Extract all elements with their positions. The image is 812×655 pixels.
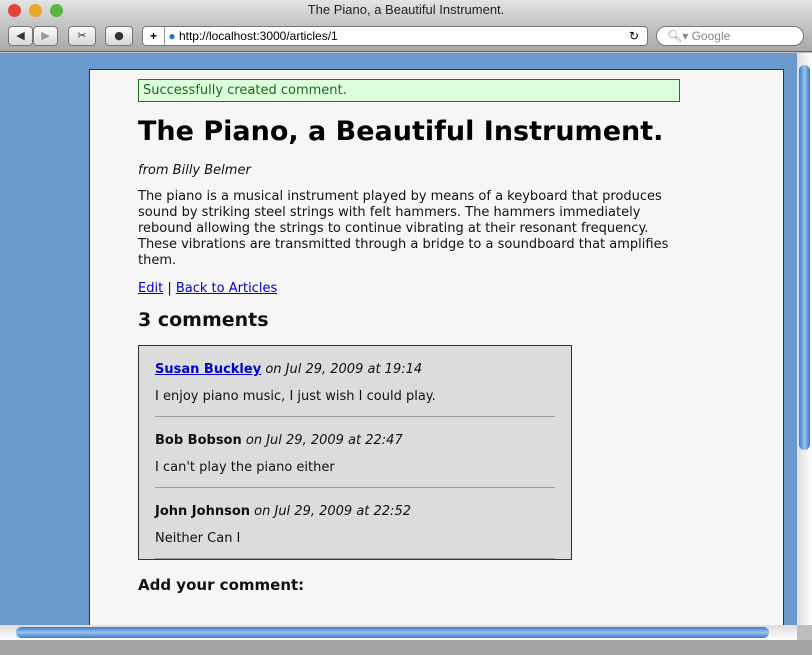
edit-link[interactable]: Edit (138, 281, 163, 296)
url-text: http://localhost:3000/articles/1 (178, 29, 338, 43)
flash-notice: Successfully created comment. (138, 79, 680, 102)
article-container: Successfully created comment. The Piano,… (89, 69, 784, 625)
article-body: The piano is a musical instrument played… (138, 189, 669, 268)
horizontal-scrollbar[interactable] (0, 625, 797, 640)
clip-button[interactable]: ✂ (68, 26, 96, 46)
vertical-scrollbar[interactable] (797, 53, 812, 625)
page-viewport: Successfully created comment. The Piano,… (0, 53, 797, 625)
vertical-scroll-thumb[interactable] (799, 65, 810, 450)
comment: John Johnson on Jul 29, 2009 at 22:52 Ne… (155, 504, 555, 559)
evernote-button[interactable]: ● (105, 26, 133, 46)
search-field[interactable]: 🔍︎▾ Google (656, 26, 804, 46)
title-bar: The Piano, a Beautiful Instrument. (0, 0, 812, 20)
add-bookmark-icon[interactable]: + (143, 27, 165, 45)
article-byline: from Billy Belmer (138, 163, 251, 178)
window-title: The Piano, a Beautiful Instrument. (307, 2, 505, 17)
comment-date: on Jul 29, 2009 at 19:14 (265, 362, 423, 377)
elephant-icon: ● (114, 29, 124, 42)
forward-button[interactable]: ▶ (33, 26, 58, 46)
back-button[interactable]: ◀ (8, 26, 33, 46)
address-bar[interactable]: + ● http://localhost:3000/articles/1 ↻ (142, 26, 648, 46)
globe-icon: ● (168, 29, 176, 43)
comments-heading: 3 comments (138, 309, 269, 331)
back-arrow-icon: ◀ (16, 29, 25, 42)
comment: Susan Buckley on Jul 29, 2009 at 19:14 I… (155, 362, 555, 417)
minimize-window-button[interactable] (29, 4, 42, 17)
back-to-articles-link[interactable]: Back to Articles (176, 281, 277, 296)
comment-text: I enjoy piano music, I just wish I could… (155, 389, 436, 404)
comment-text: Neither Can I (155, 531, 241, 546)
comment-author-link[interactable]: Susan Buckley (155, 362, 261, 377)
scissors-icon: ✂ (77, 29, 87, 42)
comment-author: Bob Bobson (155, 433, 242, 448)
comment-date: on Jul 29, 2009 at 22:52 (254, 504, 411, 519)
status-bar (0, 640, 812, 655)
comment-author: John Johnson (155, 504, 251, 519)
article-title: The Piano, a Beautiful Instrument. (138, 116, 664, 147)
close-window-button[interactable] (8, 4, 21, 17)
comments-list: Susan Buckley on Jul 29, 2009 at 19:14 I… (138, 345, 572, 560)
toolbar: ◀ ▶ ✂ ● + ● http://localhost:3000/articl… (0, 20, 812, 52)
zoom-window-button[interactable] (50, 4, 63, 17)
search-placeholder: Google (691, 29, 731, 43)
link-separator: | (167, 281, 172, 296)
search-icon: 🔍︎▾ (667, 29, 692, 43)
reload-icon[interactable]: ↻ (629, 27, 639, 45)
article-links: Edit | Back to Articles (138, 281, 735, 296)
forward-arrow-icon: ▶ (41, 29, 50, 42)
comment-date: on Jul 29, 2009 at 22:47 (245, 433, 403, 448)
comment-text: I can't play the piano either (155, 460, 335, 475)
horizontal-scroll-thumb[interactable] (16, 627, 769, 638)
add-comment-heading: Add your comment: (138, 576, 305, 594)
comment: Bob Bobson on Jul 29, 2009 at 22:47 I ca… (155, 433, 555, 488)
